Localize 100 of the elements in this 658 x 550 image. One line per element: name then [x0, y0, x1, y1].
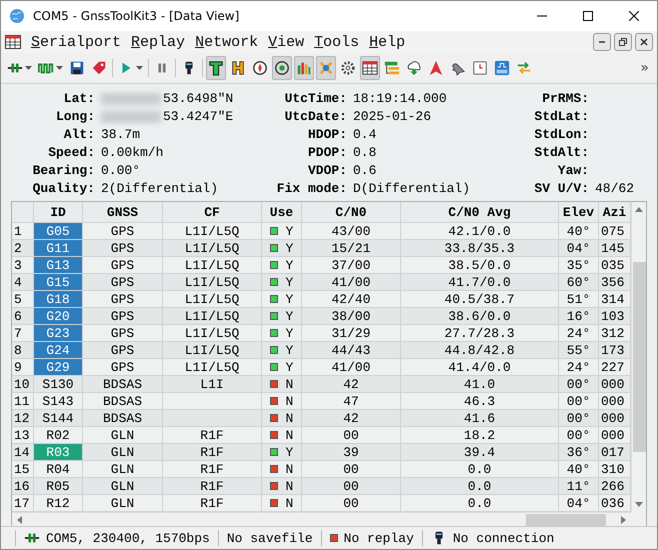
table-cell: Y [285, 292, 294, 306]
table-cell: R1F [163, 461, 262, 477]
table-view-button[interactable] [360, 56, 380, 80]
table-cell: G23 [34, 325, 83, 341]
column-header[interactable]: Use [262, 202, 302, 222]
mdi-restore-button[interactable] [614, 33, 632, 51]
column-header[interactable]: C/N0 Avg [401, 202, 559, 222]
table-cell: Y [285, 360, 294, 374]
table-cell: S130 [34, 376, 83, 392]
column-header[interactable]: GNSS [83, 202, 163, 222]
table-cell: GPS [83, 240, 163, 256]
text-icon [208, 60, 224, 76]
field-value: 2(Differential) [101, 180, 218, 197]
scroll-up-icon [635, 207, 643, 212]
table-cell: 40.5/38.7 [401, 291, 559, 307]
field-label: StdLat: [533, 108, 589, 125]
field-label: Lat: [62, 90, 95, 107]
table-cell: Y [285, 444, 294, 460]
table-cell: 33.8/35.3 [401, 240, 559, 256]
field-label: Speed: [47, 144, 95, 161]
satellite-icon [318, 60, 334, 76]
table-cell: G13 [34, 257, 83, 273]
bar-chart-icon [296, 60, 312, 76]
table-cell: 40° [559, 461, 599, 477]
row-number: 10 [12, 376, 34, 392]
column-header[interactable]: CF [163, 202, 262, 222]
menu-item[interactable]: View [268, 34, 304, 50]
table-cell: N [285, 376, 294, 392]
swap-arrows-icon [516, 60, 532, 76]
field-label: StdLon: [533, 126, 589, 143]
menu-item[interactable]: Help [369, 34, 406, 50]
scroll-left-icon [17, 516, 22, 524]
field-label: Fix mode: [276, 180, 347, 197]
field-label: PDOP: [306, 144, 347, 161]
column-header[interactable]: ID [34, 202, 83, 222]
table-cell: L1I/L5Q [163, 308, 262, 324]
table-cell: 00 [302, 461, 401, 477]
horizontal-scrollbar[interactable] [12, 512, 631, 527]
table-cell: Y [285, 342, 294, 358]
cloud-download-icon [406, 60, 422, 76]
table-cell: N [285, 394, 294, 408]
table-cell: L1I/L5Q [163, 342, 262, 358]
menu-item[interactable]: Replay [131, 34, 186, 50]
scrollbar-thumb[interactable] [526, 514, 606, 526]
field-value: 0.8 [353, 144, 376, 161]
table-cell: L1I/L5Q [163, 291, 262, 307]
table-cell: 15/21 [302, 240, 401, 256]
table-cell: G29 [34, 359, 83, 375]
text-view-button[interactable] [206, 56, 226, 80]
table-cell: L1I/L5Q [163, 359, 262, 375]
table-cell: 0.0 [401, 461, 559, 477]
table-cell: 0.0 [401, 478, 559, 494]
row-number: 15 [12, 461, 34, 477]
table-cell: GPS [83, 359, 163, 375]
table-cell: L1I/L5Q [163, 240, 262, 256]
menu-item[interactable]: Serialport [31, 34, 122, 50]
table-cell: Y [285, 258, 294, 272]
menu-item[interactable]: Network [195, 34, 258, 50]
table-cell: G15 [34, 274, 83, 290]
field-label: PrRMS: [541, 90, 589, 107]
field-value: 48/62 [595, 180, 634, 197]
table-cell: GPS [83, 308, 163, 324]
target-button[interactable] [272, 56, 292, 80]
toolbar-overflow-button[interactable]: » [636, 60, 653, 76]
row-number: 11 [12, 393, 34, 409]
field-value: 0.4 [353, 126, 376, 143]
table-cell: 11° [559, 478, 599, 494]
table-cell: GLN [83, 461, 163, 477]
field-label: Yaw: [556, 162, 589, 179]
column-header[interactable]: C/N0 [302, 202, 401, 222]
table-cell: 0.0 [401, 495, 559, 511]
field-value: 53.6498"N [163, 90, 234, 107]
table-cell: 41.4/0.0 [401, 359, 559, 375]
menu-item[interactable]: Tools [314, 34, 360, 50]
table-cell: G11 [34, 240, 83, 256]
table-cell: L1I/L5Q [163, 223, 262, 239]
column-header[interactable]: Elev [559, 202, 599, 222]
table-cell: 00° [559, 410, 599, 426]
vertical-scrollbar[interactable] [631, 202, 646, 512]
stop-square-icon [330, 534, 338, 542]
table-cell: GPS [83, 291, 163, 307]
table-cell: Y [285, 326, 294, 340]
table-cell: BDSAS [83, 410, 163, 426]
table-cell: N [285, 496, 294, 510]
field-value: 0.6 [353, 162, 376, 179]
settings-icon [340, 60, 356, 76]
field-label: SV U/V: [533, 180, 589, 197]
table-cell: R1F [163, 427, 262, 443]
table-cell: 00° [559, 427, 599, 443]
table-cell: BDSAS [83, 376, 163, 392]
table-cell: S143 [34, 393, 83, 409]
table-cell: 51° [559, 291, 599, 307]
table-cell: 47 [302, 393, 401, 409]
table-cell: BDSAS [83, 393, 163, 409]
table-cell: Y [285, 308, 294, 324]
scrollbar-thumb[interactable] [632, 262, 646, 452]
field-label: StdAlt: [533, 144, 589, 161]
mdi-close-button[interactable] [635, 33, 653, 51]
field-label: UtcTime: [284, 90, 347, 107]
table-cell: 36° [559, 444, 599, 460]
